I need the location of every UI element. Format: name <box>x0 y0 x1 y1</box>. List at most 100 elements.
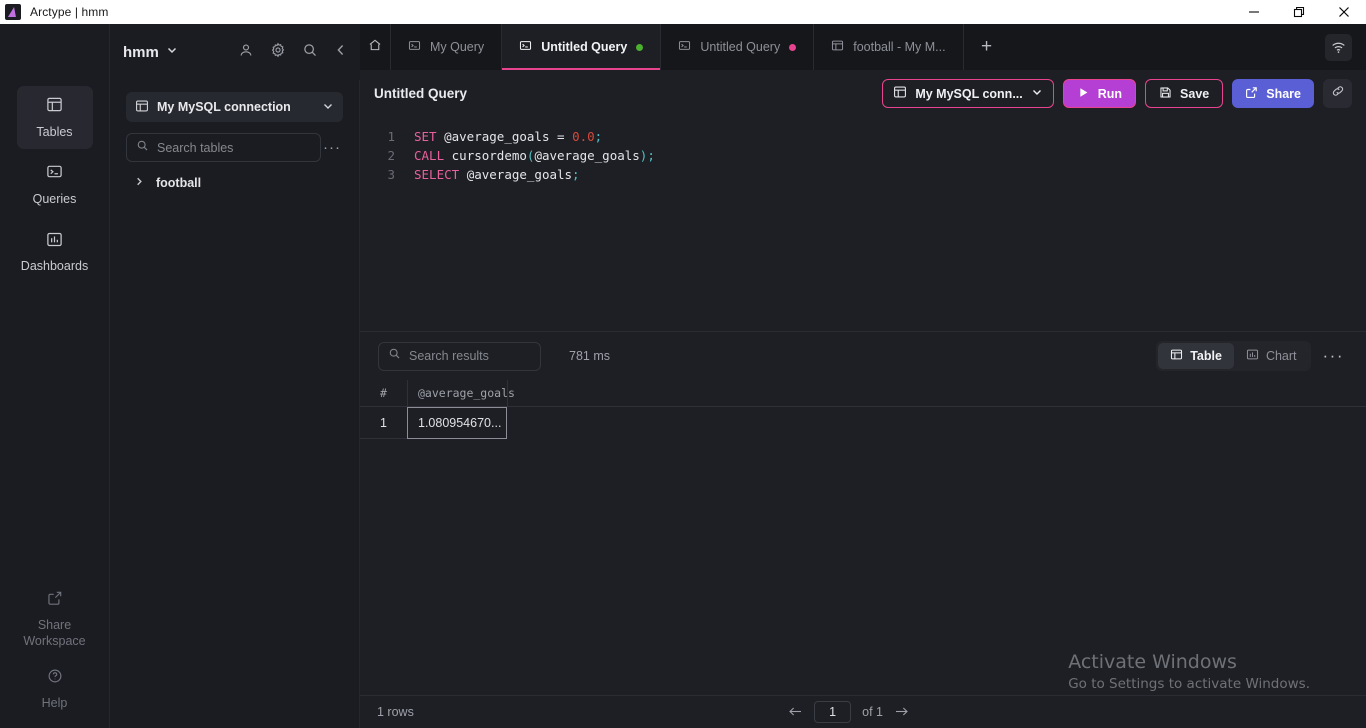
tab-my-query[interactable]: My Query <box>391 24 503 70</box>
query-icon <box>519 39 532 55</box>
window-controls <box>1231 0 1366 24</box>
sidebar-item-dashboards-label: Dashboards <box>20 259 89 274</box>
table-icon <box>1170 348 1183 364</box>
tables-icon <box>46 96 63 118</box>
query-header: Untitled Query My MySQL conn... Run Save… <box>360 70 1366 117</box>
chevron-down-icon <box>322 100 334 115</box>
watermark-subtitle: Go to Settings to activate Windows. <box>1068 676 1310 692</box>
row-index: 1 <box>360 407 408 439</box>
maximize-icon[interactable] <box>1276 0 1321 24</box>
help-button[interactable]: Help <box>10 659 100 721</box>
search-icon[interactable] <box>302 42 318 63</box>
pagination: 1 of 1 <box>788 701 909 723</box>
arrow-left-icon[interactable] <box>788 705 803 720</box>
results-view-table-label: Table <box>1190 349 1222 363</box>
left-navigation-rail: Tables Queries Dashboards Share Workspac… <box>0 24 110 728</box>
share-workspace-label-line2: Workspace <box>23 634 86 649</box>
window-title: Arctype | hmm <box>30 5 109 19</box>
search-results-input[interactable] <box>409 349 531 363</box>
search-icon <box>136 139 149 157</box>
line-number: 2 <box>387 148 395 163</box>
tables-sidebar: My MySQL connection ··· football <box>110 80 360 728</box>
line-number: 3 <box>387 167 395 182</box>
chevron-down-icon[interactable] <box>166 43 178 61</box>
results-view-chart-label: Chart <box>1265 349 1297 363</box>
close-icon[interactable] <box>1321 0 1366 24</box>
minimize-icon[interactable] <box>1231 0 1276 24</box>
gear-icon[interactable] <box>270 42 286 63</box>
tab-football-table[interactable]: football - My M... <box>814 24 964 70</box>
page-number-input[interactable]: 1 <box>814 701 852 723</box>
collapse-left-icon[interactable] <box>334 43 348 62</box>
query-connection-label: My MySQL conn... <box>915 86 1023 101</box>
sql-editor[interactable]: 1 SET @average_goals = 0.0; 2 CALL curso… <box>360 117 1366 332</box>
search-icon <box>388 347 401 365</box>
tab-status-dot-pink <box>789 43 797 51</box>
sidebar-item-queries[interactable]: Queries <box>17 153 93 216</box>
search-tables-input[interactable] <box>157 140 311 155</box>
code-text: SELECT @average_goals; <box>414 167 580 182</box>
table-row[interactable]: 1 1.080954670... <box>360 407 1366 439</box>
results-toolbar: 781 ms Table <box>360 332 1366 380</box>
external-link-icon <box>1245 86 1258 102</box>
help-label: Help <box>41 695 68 710</box>
query-icon <box>678 39 691 55</box>
sidebar-database-football-label: football <box>156 176 202 190</box>
share-workspace-label-line1: Share <box>37 618 72 632</box>
new-tab-button[interactable]: + <box>964 24 1010 70</box>
terminal-icon <box>46 163 63 185</box>
question-circle-icon <box>47 668 63 688</box>
sidebar-more-options-button[interactable]: ··· <box>321 139 343 156</box>
external-link-icon <box>47 590 63 610</box>
code-line: 2 CALL cursordemo(@average_goals); <box>360 148 1366 167</box>
chart-bar-icon <box>46 231 63 253</box>
save-icon <box>1159 86 1172 102</box>
run-button[interactable]: Run <box>1062 79 1137 108</box>
sidebar-item-dashboards[interactable]: Dashboards <box>17 221 93 284</box>
results-footer: 1 rows 1 of 1 <box>360 695 1366 728</box>
window-title-bar: Arctype | hmm <box>0 0 1366 24</box>
results-table: # @average_goals 1 1.080954670... <box>360 380 1366 439</box>
watermark-title: Activate Windows <box>1068 651 1237 673</box>
connection-selector[interactable]: My MySQL connection <box>126 92 343 122</box>
results-view-toggle: Table Chart <box>1156 341 1311 371</box>
share-button-label: Share <box>1266 86 1301 101</box>
tab-untitled-query-active-label: Untitled Query <box>541 40 628 54</box>
tab-status-dot-green <box>636 43 644 51</box>
workspace-name[interactable]: hmm <box>123 44 159 61</box>
tab-untitled-query-active[interactable]: Untitled Query <box>502 24 662 70</box>
database-icon <box>893 85 907 102</box>
query-connection-selector[interactable]: My MySQL conn... <box>882 79 1054 108</box>
user-icon[interactable] <box>238 42 254 63</box>
tab-football-table-label: football - My M... <box>853 40 946 54</box>
cell-average-goals[interactable]: 1.080954670... <box>407 407 507 439</box>
save-button-label: Save <box>1180 86 1210 101</box>
wifi-icon[interactable] <box>1325 34 1352 61</box>
tab-strip: My Query Untitled Query Untitled Query f… <box>360 24 1366 70</box>
results-view-chart-button[interactable]: Chart <box>1234 343 1309 369</box>
arrow-right-icon[interactable] <box>894 705 909 720</box>
results-view-table-button[interactable]: Table <box>1158 343 1234 369</box>
tab-untitled-query-2[interactable]: Untitled Query <box>661 24 815 70</box>
sidebar-item-queries-label: Queries <box>32 191 77 206</box>
sidebar-item-tables[interactable]: Tables <box>16 86 93 150</box>
tab-my-query-label: My Query <box>430 40 485 54</box>
search-tables-box[interactable] <box>126 133 321 162</box>
column-header-index[interactable]: # <box>360 380 408 406</box>
home-tab-button[interactable] <box>360 24 391 70</box>
code-text: SET @average_goals = 0.0; <box>414 129 603 144</box>
results-more-options-button[interactable]: ··· <box>1319 346 1348 366</box>
search-results-box[interactable] <box>378 341 541 371</box>
results-table-header: # @average_goals <box>360 380 1366 407</box>
code-text: CALL cursordemo(@average_goals); <box>414 148 655 163</box>
home-icon <box>368 38 382 57</box>
chevron-right-icon[interactable] <box>134 176 145 190</box>
arctype-logo-icon <box>5 4 21 20</box>
share-workspace-button[interactable]: Share Workspace <box>10 581 100 659</box>
share-button[interactable]: Share <box>1232 79 1314 108</box>
sidebar-database-football[interactable]: football <box>110 176 359 190</box>
save-button[interactable]: Save <box>1145 79 1224 108</box>
copy-link-button[interactable] <box>1323 79 1352 108</box>
column-header-average-goals[interactable]: @average_goals <box>408 380 515 406</box>
run-button-label: Run <box>1097 86 1123 101</box>
